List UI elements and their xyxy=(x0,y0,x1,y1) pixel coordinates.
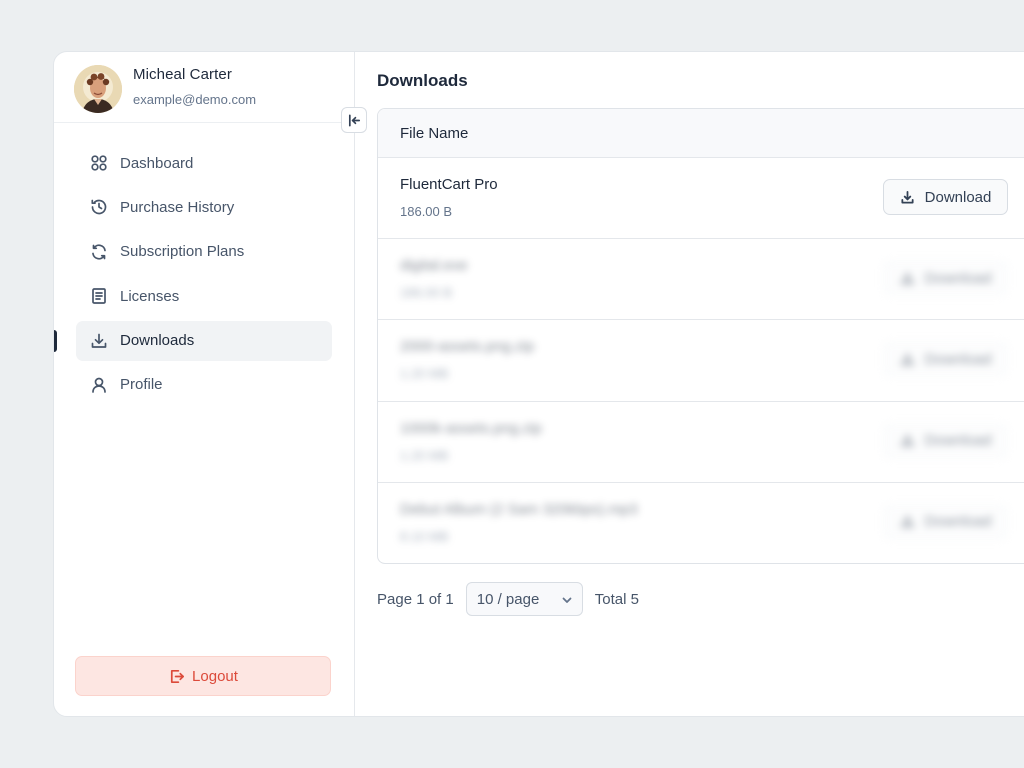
file-name: digital.exe xyxy=(400,257,468,275)
table-row: digital.exe 186.00 B Download xyxy=(378,238,1024,319)
download-icon xyxy=(901,515,914,528)
sidebar-item-downloads[interactable]: Downloads xyxy=(54,320,332,361)
sidebar-item-label: Purchase History xyxy=(120,198,235,216)
sidebar-item-label: Subscription Plans xyxy=(120,243,245,261)
download-button[interactable]: Download xyxy=(883,260,1008,297)
user-name: Micheal Carter xyxy=(133,66,232,83)
download-button-label: Download xyxy=(924,513,992,531)
download-icon xyxy=(90,332,108,350)
table-header: File Name xyxy=(378,109,1024,157)
user-icon xyxy=(90,376,108,394)
table-row: 2000-assets.png.zip 1.20 MB Download xyxy=(378,319,1024,400)
sidebar-item-label: Downloads xyxy=(120,332,195,350)
downloads-table: File Name FluentCart Pro 186.00 B Downlo… xyxy=(377,108,1024,564)
file-size: 186.00 B xyxy=(400,285,453,301)
file-size: 1.20 MB xyxy=(400,447,449,463)
file-name: 2000-assets.png.zip xyxy=(400,338,535,356)
sidebar-item-subscription-plans[interactable]: Subscription Plans xyxy=(76,232,332,272)
logout-icon xyxy=(170,669,185,683)
download-icon xyxy=(901,352,914,366)
sidebar-item-profile[interactable]: Profile xyxy=(76,365,332,405)
download-button[interactable]: Download xyxy=(883,422,1008,459)
user-email: example@demo.com xyxy=(133,92,257,107)
sidebar-item-licenses[interactable]: Licenses xyxy=(76,276,332,316)
avatar xyxy=(74,65,122,113)
sidebar-item-purchase-history[interactable]: Purchase History xyxy=(76,187,332,227)
account-card: Micheal Carter example@demo.com Dashboar… xyxy=(53,51,1024,717)
download-icon xyxy=(901,271,914,285)
pagination: Page 1 of 1 10 / page Total 5 xyxy=(377,582,639,616)
sidebar-item-dashboard[interactable]: Dashboard xyxy=(76,143,332,183)
file-size: 186.00 B xyxy=(400,204,453,219)
download-button[interactable]: Download xyxy=(883,341,1008,378)
table-row: Debut Album (2 Sam 320kbps).mp3 8.10 MB … xyxy=(378,481,1024,563)
sidebar-nav: Dashboard Purchase History Subscription … xyxy=(54,143,354,409)
file-name: FluentCart Pro xyxy=(400,176,498,193)
column-header-file-name: File Name xyxy=(400,124,469,142)
download-icon xyxy=(901,434,914,447)
page-size-value: 10 / page xyxy=(476,590,540,608)
page-size-select[interactable]: 10 / page xyxy=(465,582,583,616)
logout-button[interactable]: Logout xyxy=(75,656,331,696)
download-button[interactable]: Download xyxy=(883,179,1008,215)
sidebar-item-label: Profile xyxy=(120,376,163,394)
document-icon xyxy=(90,287,108,305)
refresh-icon xyxy=(90,243,108,261)
download-icon xyxy=(901,190,914,204)
sidebar: Micheal Carter example@demo.com Dashboar… xyxy=(54,52,355,716)
chevron-down-icon xyxy=(562,597,572,603)
collapse-left-icon xyxy=(348,114,360,126)
sidebar-item-label: Dashboard xyxy=(120,154,194,172)
download-button-label: Download xyxy=(924,269,992,287)
file-name: Debut Album (2 Sam 320kbps).mp3 xyxy=(400,500,638,518)
download-button-label: Download xyxy=(924,188,992,206)
file-name: 1000k-assets.png.zip xyxy=(400,419,542,437)
history-icon xyxy=(90,198,108,216)
file-size: 1.20 MB xyxy=(400,366,449,382)
user-info: Micheal Carter example@demo.com xyxy=(54,52,354,123)
file-size: 8.10 MB xyxy=(400,528,449,544)
collapse-sidebar-button[interactable] xyxy=(341,107,367,133)
page-info: Page 1 of 1 xyxy=(377,590,454,608)
download-button-label: Download xyxy=(924,350,992,368)
total-count: Total 5 xyxy=(594,590,639,608)
logout-label: Logout xyxy=(192,667,238,685)
download-button[interactable]: Download xyxy=(883,503,1008,540)
active-indicator xyxy=(54,329,57,352)
main-content: Downloads File Name FluentCart Pro 186.0… xyxy=(355,52,1024,716)
table-row: 1000k-assets.png.zip 1.20 MB Download xyxy=(378,400,1024,482)
page-title: Downloads xyxy=(377,71,468,90)
sidebar-item-label: Licenses xyxy=(120,287,180,305)
table-row: FluentCart Pro 186.00 B Download xyxy=(378,157,1024,238)
dashboard-icon xyxy=(90,154,108,172)
download-button-label: Download xyxy=(924,432,992,450)
